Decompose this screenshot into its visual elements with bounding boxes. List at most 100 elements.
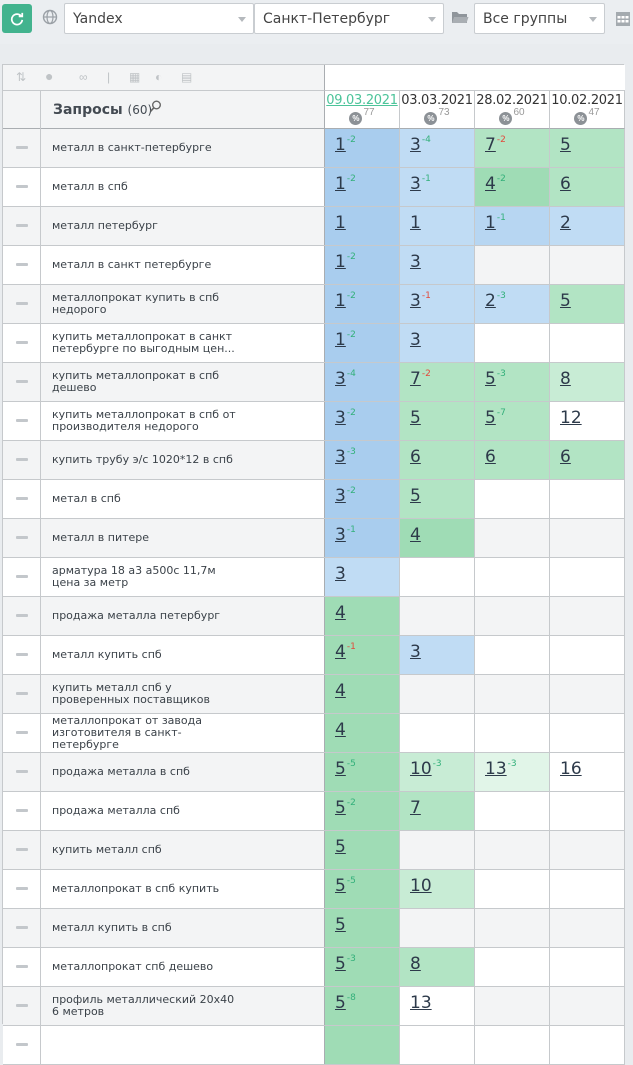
position-link[interactable]: 4 [410, 525, 421, 545]
position-link[interactable]: 4-1 [335, 642, 356, 662]
position-link[interactable]: 7 [410, 798, 421, 818]
position-link[interactable]: 10-3 [410, 759, 442, 779]
date-column-header[interactable]: 03.03.2021 %73 [400, 91, 475, 129]
row-select-cell[interactable] [3, 909, 41, 947]
row-select-cell[interactable] [3, 753, 41, 791]
minus-icon[interactable] [16, 1043, 28, 1046]
minus-icon[interactable] [16, 614, 28, 617]
row-select-cell[interactable] [3, 558, 41, 596]
position-link[interactable]: 7-2 [410, 369, 431, 389]
minus-icon[interactable] [16, 419, 28, 422]
position-link[interactable]: 3-4 [335, 369, 356, 389]
date-label[interactable]: 03.03.2021 [400, 93, 474, 108]
row-select-cell[interactable] [3, 675, 41, 713]
row-select-cell[interactable] [3, 987, 41, 1025]
position-link[interactable]: 5-5 [335, 876, 356, 896]
row-select-cell[interactable] [3, 948, 41, 986]
position-link[interactable]: 4 [335, 720, 346, 740]
position-link[interactable]: 3 [410, 330, 421, 350]
position-link[interactable]: 13 [410, 993, 432, 1013]
position-link[interactable]: 3-1 [335, 525, 356, 545]
date-column-header[interactable]: 28.02.2021 %60 [475, 91, 550, 129]
refresh-button[interactable] [2, 4, 32, 33]
position-link[interactable]: 3 [335, 564, 346, 584]
row-select-cell[interactable] [3, 519, 41, 557]
position-link[interactable]: 2-3 [485, 291, 506, 311]
minus-icon[interactable] [16, 575, 28, 578]
position-link[interactable]: 3 [410, 642, 421, 662]
search-icon[interactable] [149, 100, 162, 113]
row-select-cell[interactable] [3, 129, 41, 167]
calendar-icon[interactable] [615, 9, 631, 27]
contrast-icon[interactable]: ◐ [155, 70, 162, 84]
position-link[interactable]: 6 [560, 174, 571, 194]
position-link[interactable]: 5-8 [335, 993, 356, 1013]
position-link[interactable]: 6 [410, 447, 421, 467]
minus-icon[interactable] [16, 887, 28, 890]
position-link[interactable]: 8 [410, 954, 421, 974]
minus-icon[interactable] [16, 263, 28, 266]
minus-icon[interactable] [16, 224, 28, 227]
row-select-cell[interactable] [3, 168, 41, 206]
row-select-cell[interactable] [3, 207, 41, 245]
position-link[interactable]: 12 [560, 408, 582, 428]
position-link[interactable]: 4-2 [485, 174, 506, 194]
position-link[interactable]: 5 [560, 291, 571, 311]
sort-icon[interactable]: ⇅ [16, 70, 26, 84]
position-link[interactable]: 10 [410, 876, 432, 896]
search-engine-select[interactable]: Yandex [64, 3, 254, 34]
position-link[interactable]: 3-2 [335, 408, 356, 428]
row-select-cell[interactable] [3, 480, 41, 518]
row-select-cell[interactable] [3, 636, 41, 674]
row-select-cell[interactable] [3, 363, 41, 401]
row-select-cell[interactable] [3, 792, 41, 830]
date-column-header[interactable]: 10.02.2021 %47 [550, 91, 625, 129]
date-label[interactable]: 28.02.2021 [475, 93, 549, 108]
position-link[interactable]: 5 [335, 837, 346, 857]
group-select[interactable]: Все группы [474, 3, 605, 34]
date-column-header[interactable]: 09.03.2021 %77 [325, 91, 400, 129]
row-select-cell[interactable] [3, 402, 41, 440]
row-select-cell[interactable] [3, 324, 41, 362]
position-link[interactable]: 1-1 [485, 213, 506, 233]
minus-icon[interactable] [16, 458, 28, 461]
position-link[interactable]: 3-1 [410, 291, 431, 311]
minus-icon[interactable] [16, 302, 28, 305]
row-select-cell[interactable] [3, 714, 41, 752]
row-select-cell[interactable] [3, 441, 41, 479]
position-link[interactable]: 5 [335, 915, 346, 935]
position-link[interactable]: 7-2 [485, 135, 506, 155]
row-select-cell[interactable] [3, 246, 41, 284]
minus-icon[interactable] [16, 770, 28, 773]
position-link[interactable]: 1-2 [335, 174, 356, 194]
table-view-icon[interactable]: ▦ [129, 70, 140, 84]
position-link[interactable]: 3 [410, 252, 421, 272]
position-link[interactable]: 5-3 [335, 954, 356, 974]
minus-icon[interactable] [16, 848, 28, 851]
region-select[interactable]: Санкт-Петербург [254, 3, 444, 34]
minus-icon[interactable] [16, 536, 28, 539]
position-link[interactable]: 5-2 [335, 798, 356, 818]
row-select-cell[interactable] [3, 831, 41, 869]
position-link[interactable]: 13-3 [485, 759, 517, 779]
position-link[interactable]: 1 [410, 213, 421, 233]
position-link[interactable]: 3-1 [410, 174, 431, 194]
minus-icon[interactable] [16, 185, 28, 188]
position-link[interactable]: 4 [335, 681, 346, 701]
row-select-cell[interactable] [3, 285, 41, 323]
text-icon[interactable]: ▤ [181, 70, 192, 84]
row-select-cell[interactable] [3, 597, 41, 635]
position-link[interactable]: 5 [410, 408, 421, 428]
position-link[interactable]: 5-7 [485, 408, 506, 428]
position-link[interactable]: 1-2 [335, 291, 356, 311]
position-link[interactable]: 1-2 [335, 330, 356, 350]
minus-icon[interactable] [16, 809, 28, 812]
minus-icon[interactable] [16, 1004, 28, 1007]
folder-icon[interactable] [451, 10, 469, 25]
row-select-cell[interactable] [3, 870, 41, 908]
position-link[interactable]: 8 [560, 369, 571, 389]
position-link[interactable]: 3-3 [335, 447, 356, 467]
date-label[interactable]: 10.02.2021 [550, 93, 624, 108]
minus-icon[interactable] [16, 497, 28, 500]
position-link[interactable]: 2 [560, 213, 571, 233]
